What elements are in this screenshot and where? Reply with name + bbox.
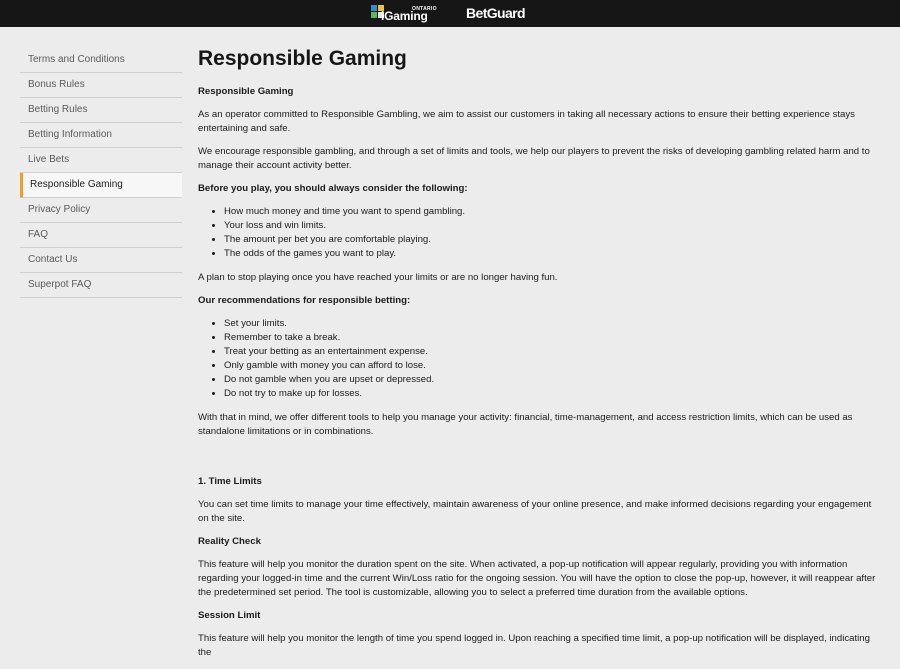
intro-paragraph-1: As an operator committed to Responsible … — [198, 109, 855, 134]
sidebar-item-faq[interactable]: FAQ — [20, 223, 182, 248]
betguard-logo[interactable]: BetGuard — [466, 5, 526, 21]
list-item: Do not try to make up for losses. — [224, 387, 882, 401]
recommendations-list: Set your limits. Remember to take a brea… — [198, 317, 882, 401]
time-limits-paragraph: You can set time limits to manage your t… — [198, 499, 872, 524]
sidebar-item-bonus-rules[interactable]: Bonus Rules — [20, 73, 182, 98]
before-play-list: How much money and time you want to spen… — [198, 205, 882, 261]
sidebar-item-betting-rules[interactable]: Betting Rules — [20, 98, 182, 123]
session-limit-heading: Session Limit — [198, 610, 261, 621]
section-subtitle: Responsible Gaming — [198, 86, 294, 97]
sidebar-item-contact-us[interactable]: Contact Us — [20, 248, 182, 273]
igaming-text: iGaming — [381, 9, 428, 23]
time-limits-heading: 1. Time Limits — [198, 476, 262, 487]
session-limit-paragraph: This feature will help you monitor the l… — [198, 633, 870, 658]
sidebar-item-privacy-policy[interactable]: Privacy Policy — [20, 198, 182, 223]
main-content: Responsible Gaming Responsible Gaming As… — [198, 47, 882, 669]
intro-paragraph-2: We encourage responsible gambling, and t… — [198, 146, 870, 171]
plan-paragraph: A plan to stop playing once you have rea… — [198, 272, 558, 283]
page-title: Responsible Gaming — [198, 47, 407, 70]
sidebar-item-betting-information[interactable]: Betting Information — [20, 123, 182, 148]
sidebar-nav: Terms and Conditions Bonus Rules Betting… — [20, 48, 182, 298]
reality-check-heading: Reality Check — [198, 536, 261, 547]
list-item: Only gamble with money you can afford to… — [224, 359, 882, 373]
top-bar: ONTARIO iGaming BetGuard — [0, 0, 900, 27]
list-item: How much money and time you want to spen… — [224, 205, 882, 219]
sidebar-item-responsible-gaming[interactable]: Responsible Gaming — [20, 173, 182, 198]
recommendations-heading: Our recommendations for responsible bett… — [198, 295, 411, 306]
list-item: The amount per bet you are comfortable p… — [224, 233, 882, 247]
list-item: Your loss and win limits. — [224, 219, 882, 233]
sidebar-item-superpot-faq[interactable]: Superpot FAQ — [20, 273, 182, 298]
tools-paragraph: With that in mind, we offer different to… — [198, 412, 853, 437]
before-play-heading: Before you play, you should always consi… — [198, 183, 468, 194]
list-item: Set your limits. — [224, 317, 882, 331]
list-item: Treat your betting as an entertainment e… — [224, 345, 882, 359]
sidebar-item-live-bets[interactable]: Live Bets — [20, 148, 182, 173]
list-item: The odds of the games you want to play. — [224, 247, 882, 261]
list-item: Do not gamble when you are upset or depr… — [224, 373, 882, 387]
sidebar-item-terms-and-conditions[interactable]: Terms and Conditions — [20, 48, 182, 73]
reality-check-paragraph: This feature will help you monitor the d… — [198, 559, 876, 598]
list-item: Remember to take a break. — [224, 331, 882, 345]
igaming-ontario-logo: ONTARIO iGaming — [371, 3, 441, 23]
